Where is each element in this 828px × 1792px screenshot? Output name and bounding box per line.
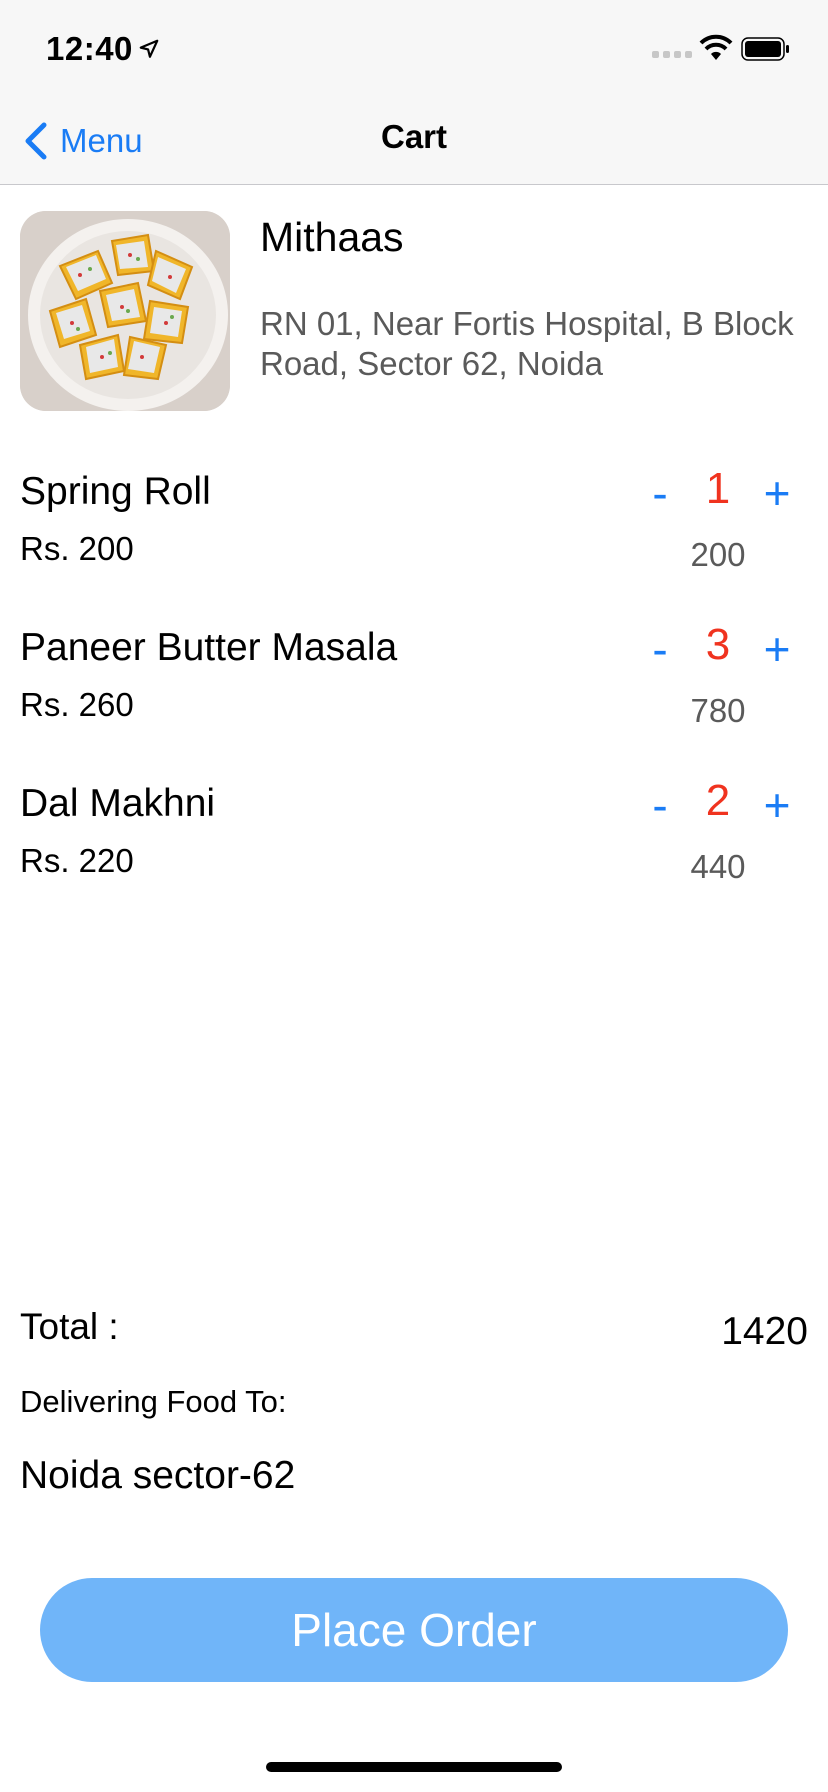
place-order-button[interactable]: Place Order	[40, 1578, 788, 1682]
increase-quantity-button[interactable]: +	[757, 778, 797, 832]
delivery-label: Delivering Food To:	[20, 1384, 287, 1419]
home-indicator[interactable]	[266, 1762, 562, 1772]
total-label: Total :	[20, 1306, 119, 1347]
item-name: Spring Roll	[20, 470, 211, 513]
item-name: Dal Makhni	[20, 782, 216, 825]
delivery-address: Noida sector-62	[20, 1454, 296, 1497]
item-quantity: 1	[705, 464, 731, 513]
item-price: Rs. 220	[20, 842, 134, 879]
cellular-signal-icon	[652, 51, 692, 58]
page-title: Cart	[380, 118, 448, 155]
item-name: Paneer Butter Masala	[20, 626, 398, 669]
navigation-bar: 12:40 Menu Cart	[0, 0, 828, 185]
total-value: 1420	[721, 1310, 808, 1353]
increase-quantity-button[interactable]: +	[757, 622, 797, 676]
cart-item: Dal Makhni Rs. 220 - 2 + 440	[0, 776, 828, 932]
decrease-quantity-button[interactable]: -	[640, 778, 680, 832]
cart-item: Spring Roll Rs. 200 - 1 + 200	[0, 464, 828, 620]
status-time: 12:40	[46, 30, 133, 67]
wifi-icon	[699, 34, 733, 60]
restaurant-name: Mithaas	[260, 214, 404, 260]
decrease-quantity-button[interactable]: -	[640, 466, 680, 520]
restaurant-image	[20, 211, 230, 411]
cart-item: Paneer Butter Masala Rs. 260 - 3 + 780	[0, 620, 828, 776]
decrease-quantity-button[interactable]: -	[640, 622, 680, 676]
item-subtotal: 780	[690, 692, 746, 729]
item-quantity: 2	[705, 776, 731, 825]
item-subtotal: 200	[690, 536, 746, 573]
battery-icon	[741, 37, 789, 61]
item-subtotal: 440	[690, 848, 746, 885]
item-price: Rs. 200	[20, 530, 134, 567]
item-quantity: 3	[705, 620, 731, 669]
restaurant-address: RN 01, Near Fortis Hospital, B Block Roa…	[260, 305, 794, 382]
item-price: Rs. 260	[20, 686, 134, 723]
location-arrow-icon	[139, 39, 159, 58]
increase-quantity-button[interactable]: +	[757, 466, 797, 520]
